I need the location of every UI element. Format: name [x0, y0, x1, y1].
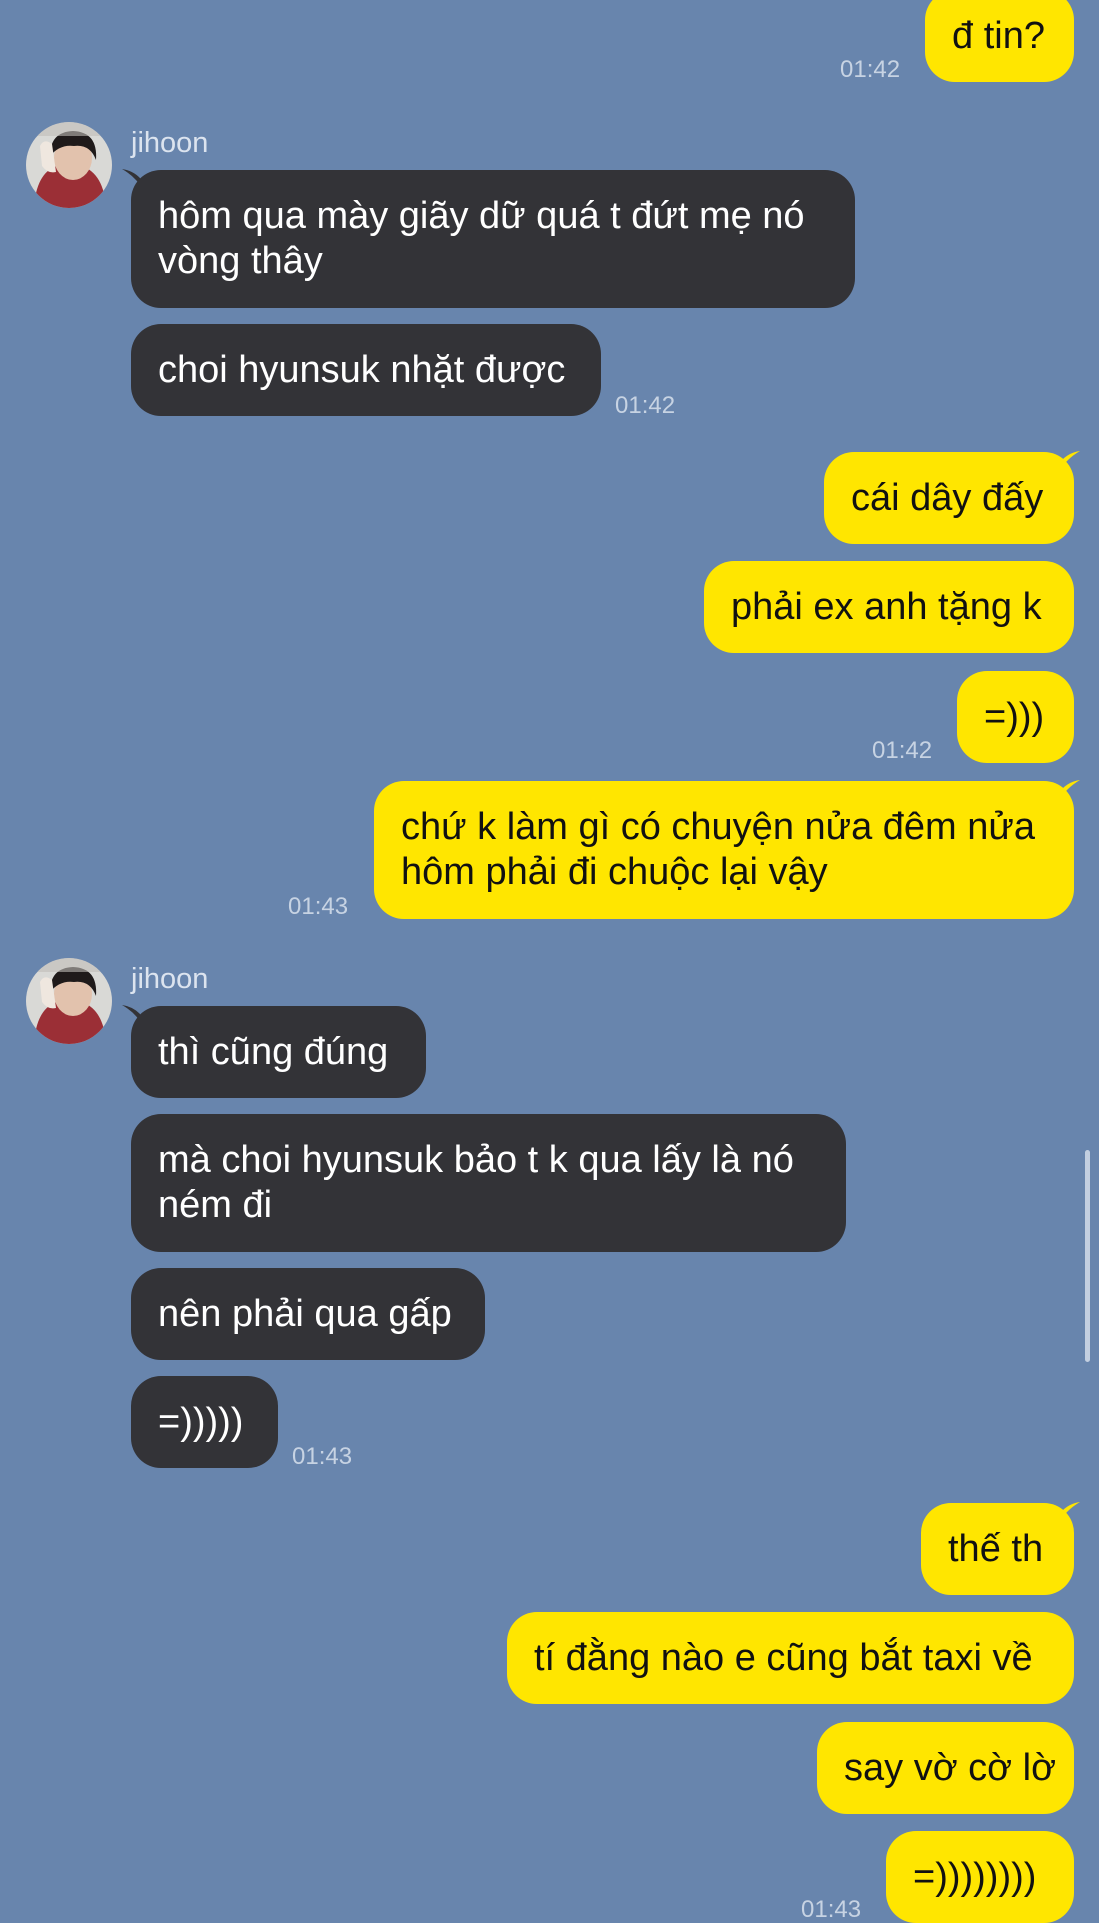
sender-name: jihoon	[131, 963, 209, 995]
message-text: tí đằng nào e cũng bắt taxi về	[534, 1636, 1033, 1679]
outgoing-message-bubble[interactable]: =)))	[957, 671, 1074, 763]
outgoing-message-bubble[interactable]: cái dây đấy	[824, 452, 1074, 544]
message-timestamp: 01:42	[840, 56, 901, 83]
incoming-message-bubble[interactable]: nên phải qua gấp	[131, 1268, 485, 1360]
incoming-message-bubble[interactable]: mà choi hyunsuk bảo t k qua lấy là nó né…	[131, 1114, 846, 1252]
message-text: mà choi hyunsuk bảo t k qua lấy là nó né…	[158, 1139, 794, 1226]
contact-avatar[interactable]	[26, 958, 112, 1044]
outgoing-message-bubble[interactable]: tí đằng nào e cũng bắt taxi về	[507, 1612, 1074, 1704]
incoming-message-bubble[interactable]: thì cũng đúng	[131, 1006, 426, 1098]
incoming-message-bubble[interactable]: =)))))	[131, 1376, 278, 1468]
sender-name: jihoon	[131, 127, 209, 159]
incoming-message-bubble[interactable]: choi hyunsuk nhặt được	[131, 324, 601, 416]
incoming-message-bubble[interactable]: hôm qua mày giãy dữ quá t đứt mẹ nó vòng…	[131, 170, 855, 308]
outgoing-message-bubble[interactable]: say vờ cờ lờ	[817, 1722, 1074, 1814]
outgoing-message-bubble[interactable]: chứ k làm gì có chuyện nửa đêm nửa hôm p…	[374, 781, 1074, 919]
message-text: đ tin?	[952, 14, 1045, 57]
message-text: thế th	[948, 1527, 1044, 1570]
message-text: choi hyunsuk nhặt được	[158, 348, 566, 391]
message-text: chứ k làm gì có chuyện nửa đêm nửa hôm p…	[401, 806, 1035, 893]
message-text: hôm qua mày giãy dữ quá t đứt mẹ nó vòng…	[158, 195, 805, 282]
message-text: nên phải qua gấp	[158, 1292, 452, 1335]
message-timestamp: 01:42	[872, 737, 933, 764]
message-text: phải ex anh tặng k	[731, 585, 1042, 628]
message-text: cái dây đấy	[851, 476, 1044, 519]
message-text: say vờ cờ lờ	[844, 1746, 1057, 1789]
message-timestamp: 01:43	[292, 1443, 353, 1470]
message-timestamp: 01:43	[801, 1896, 862, 1923]
scrollbar-thumb[interactable]	[1085, 1150, 1090, 1362]
message-timestamp: 01:42	[615, 392, 676, 419]
message-text: =)))	[984, 695, 1045, 738]
message-timestamp: 01:43	[288, 893, 349, 920]
outgoing-message-bubble[interactable]: thế th	[921, 1503, 1074, 1595]
message-text: =)))))	[158, 1400, 244, 1443]
chat-area[interactable]: đ tin? 01:42 jihoon hôm qua mày giãy dữ …	[0, 0, 1099, 1923]
message-text: thì cũng đúng	[158, 1030, 389, 1073]
contact-avatar[interactable]	[26, 122, 112, 208]
outgoing-message-bubble[interactable]: đ tin?	[925, 0, 1074, 82]
outgoing-message-bubble[interactable]: =))))))))	[886, 1831, 1074, 1923]
message-text: =))))))))	[913, 1855, 1037, 1898]
outgoing-message-bubble[interactable]: phải ex anh tặng k	[704, 561, 1074, 653]
